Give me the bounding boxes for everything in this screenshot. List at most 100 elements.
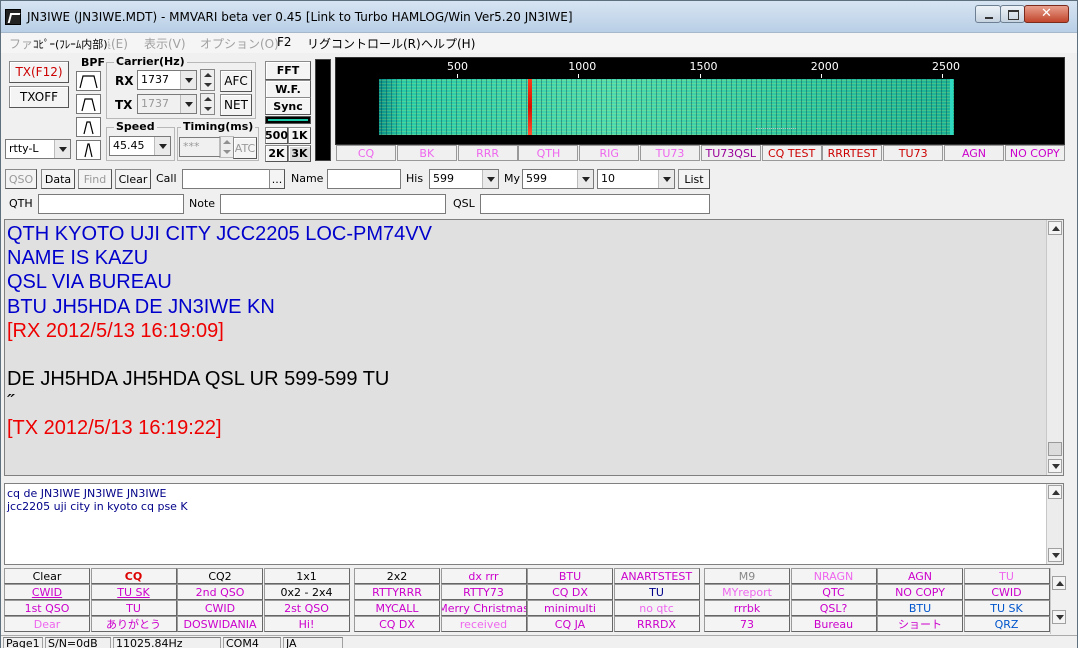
span-2k-button[interactable]: 2K <box>265 145 288 162</box>
scroll-up-icon[interactable] <box>1048 485 1062 499</box>
macro-button[interactable]: 2st QSO <box>263 600 350 616</box>
waterfall-button[interactable]: W.F. <box>265 80 311 98</box>
quick-macro-button[interactable]: TU73 <box>883 145 944 161</box>
macro-button[interactable]: BTU <box>527 568 613 584</box>
list-button[interactable]: List <box>678 169 710 189</box>
atc-button[interactable]: ATC <box>233 137 257 159</box>
macro-button[interactable]: rrrbk <box>704 600 790 616</box>
macro-button[interactable]: minimulti <box>527 600 613 616</box>
macro-button[interactable]: RTTY73 <box>440 584 527 600</box>
macro-button[interactable]: TU <box>90 600 177 616</box>
qsl-input[interactable] <box>480 194 710 214</box>
close-button[interactable] <box>1024 5 1069 23</box>
macro-button[interactable]: 1st QSO <box>4 600 90 616</box>
macro-button[interactable]: 2x2 <box>354 568 440 584</box>
menu-f2[interactable]: F2 <box>277 35 292 49</box>
scroll-down-icon[interactable] <box>1052 610 1066 624</box>
macro-button[interactable]: ありがとう <box>90 616 177 632</box>
macro-button[interactable]: ANARTSTEST <box>613 568 700 584</box>
clear-button[interactable]: Clear <box>115 169 151 189</box>
qth-input[interactable] <box>38 194 184 214</box>
macro-button[interactable]: TU <box>613 584 700 600</box>
macro-button[interactable]: MYreport <box>704 584 790 600</box>
macro-button[interactable]: received <box>440 616 527 632</box>
data-button[interactable]: Data <box>41 169 75 189</box>
quick-macro-button[interactable]: TU73QSL <box>700 145 761 161</box>
span-3k-button[interactable]: 3K <box>288 145 311 162</box>
macro-button[interactable]: TU SK <box>90 584 177 600</box>
quick-macro-button[interactable]: RRRTEST <box>822 145 883 161</box>
macro-button[interactable]: NO COPY <box>877 584 963 600</box>
waterfall-display[interactable]: 500 1000 1500 2000 2500 <box>335 57 1065 145</box>
my-rst-select[interactable]: 599 <box>522 169 594 189</box>
macro-button[interactable]: QSL? <box>790 600 877 616</box>
timing-spin-button[interactable] <box>219 136 234 158</box>
span-1k-button[interactable]: 1K <box>288 127 311 144</box>
menu-options[interactable]: オプション(O) <box>200 35 279 52</box>
name-input[interactable] <box>327 169 401 189</box>
menu-rig-control[interactable]: リグコントロール(R) <box>307 35 421 52</box>
macro-button[interactable]: NRAGN <box>790 568 877 584</box>
afc-button[interactable]: AFC <box>220 70 252 92</box>
macro-button[interactable]: RTTYRRR <box>354 584 440 600</box>
macro-button[interactable]: 2nd QSO <box>177 584 263 600</box>
tx-frequency-input[interactable]: 1737 <box>137 94 197 114</box>
minimize-button[interactable] <box>975 5 1001 23</box>
quick-macro-button[interactable]: CQ <box>336 145 396 161</box>
scroll-thumb[interactable] <box>1048 442 1062 456</box>
macro-button[interactable]: no qtc <box>613 600 700 616</box>
macro-button[interactable]: M9 <box>704 568 790 584</box>
tx-scrollbar[interactable] <box>1046 484 1063 564</box>
macro-button[interactable]: QRZ <box>963 616 1050 632</box>
macro-button[interactable]: CQ DX <box>527 584 613 600</box>
bpf-wide-button[interactable] <box>76 71 101 91</box>
speed-select[interactable]: 45.45 <box>109 136 171 156</box>
macro-button[interactable]: DOSWIDANIA <box>177 616 263 632</box>
quick-macro-button[interactable]: TU73 <box>640 145 700 161</box>
his-rst-select[interactable]: 599 <box>429 169 499 189</box>
tx-button[interactable]: TX(F12) <box>9 61 69 83</box>
macro-button[interactable]: CQ2 <box>177 568 263 584</box>
transmit-text-area[interactable]: cq de JN3IWE JN3IWE JN3IWE jcc2205 uji ci… <box>4 483 1064 565</box>
sync-button[interactable]: Sync <box>265 97 311 115</box>
scroll-down-icon[interactable] <box>1048 459 1062 473</box>
macro-button[interactable]: CWID <box>963 584 1050 600</box>
quick-macro-button[interactable]: BK <box>396 145 457 161</box>
band-select[interactable]: 10 <box>597 169 675 189</box>
receive-text-area[interactable]: QTH KYOTO UJI CITY JCC2205 LOC-PM74VV NAM… <box>4 219 1064 476</box>
rx-scrollbar[interactable] <box>1046 220 1063 475</box>
quick-macro-button[interactable]: RIG <box>579 145 640 161</box>
macro-button[interactable]: BTU <box>877 600 963 616</box>
bpf-mid-button[interactable] <box>76 94 101 114</box>
call-lookup-button[interactable]: ... <box>269 169 285 189</box>
macro-button[interactable]: AGN <box>877 568 963 584</box>
quick-macro-button[interactable]: RRR <box>457 145 518 161</box>
macro-button[interactable]: 0x2 - 2x4 <box>263 584 350 600</box>
bpf-very-narrow-button[interactable] <box>76 140 101 160</box>
macro-button[interactable]: CWID <box>4 584 90 600</box>
menu-view[interactable]: 表示(V) <box>144 35 186 52</box>
call-input[interactable] <box>182 169 270 189</box>
menu-help[interactable]: ヘルプ(H) <box>421 35 475 52</box>
macro-button[interactable]: 73 <box>704 616 790 632</box>
quick-macro-button[interactable]: CQ TEST <box>761 145 822 161</box>
scroll-up-icon[interactable] <box>1048 221 1062 235</box>
macro-button[interactable]: Dear <box>4 616 90 632</box>
macro-button[interactable]: CQ DX <box>354 616 440 632</box>
qso-button[interactable]: QSO <box>5 169 37 189</box>
macro-button[interactable]: Hi! <box>263 616 350 632</box>
scroll-down-icon[interactable] <box>1048 548 1062 562</box>
macro-button[interactable]: CQ JA <box>527 616 613 632</box>
quick-macro-button[interactable]: NO COPY <box>1004 145 1065 161</box>
maximize-button[interactable] <box>1000 5 1025 23</box>
macro-scrollbar[interactable] <box>1050 568 1067 634</box>
fft-button[interactable]: FFT <box>265 61 311 80</box>
tx-spin-button[interactable] <box>200 93 215 115</box>
macro-button[interactable]: dx rrr <box>440 568 527 584</box>
quick-macro-button[interactable]: QTH <box>518 145 579 161</box>
span-500-button[interactable]: 500 <box>265 127 288 144</box>
net-button[interactable]: NET <box>220 94 252 116</box>
macro-button[interactable]: TU SK <box>963 600 1050 616</box>
txoff-button[interactable]: TXOFF <box>9 86 69 108</box>
macro-button[interactable]: ショート <box>877 616 963 632</box>
